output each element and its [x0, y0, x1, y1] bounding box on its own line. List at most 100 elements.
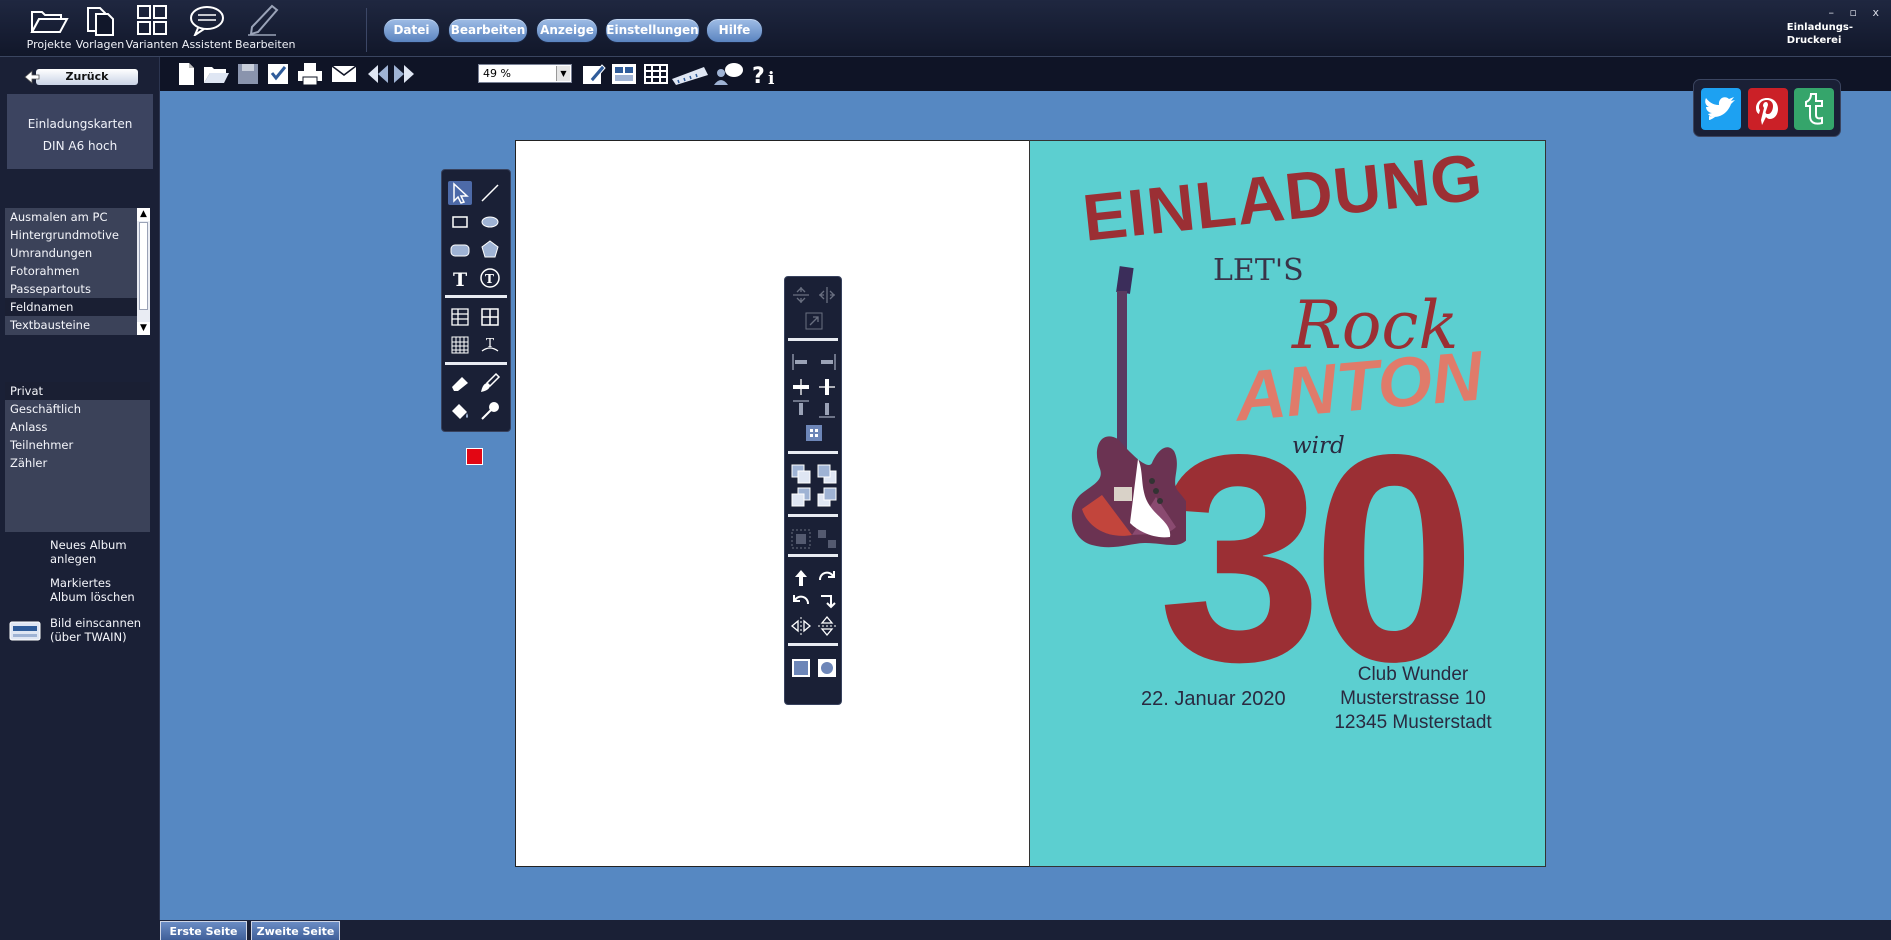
tumblr-icon[interactable] — [1794, 88, 1834, 130]
shadow-circle-icon[interactable] — [815, 656, 839, 680]
list-item[interactable]: Geschäftlich — [5, 400, 150, 418]
move-up-icon[interactable] — [789, 566, 813, 590]
table-tool-icon[interactable] — [448, 305, 472, 329]
grid-tool-icon[interactable] — [478, 305, 502, 329]
menu-einstellungen[interactable]: Einstellungen — [605, 18, 700, 43]
color-swatch-red[interactable] — [466, 448, 483, 465]
align-right-icon[interactable] — [815, 350, 839, 374]
palette-separator — [788, 451, 838, 454]
window-controls[interactable]: – ▫ x — [1829, 6, 1885, 19]
flip-vertical-icon[interactable] — [815, 614, 839, 638]
text-tool-icon[interactable]: T — [448, 266, 472, 290]
eraser-tool-icon[interactable] — [448, 371, 472, 395]
brush-tool-icon[interactable] — [478, 371, 502, 395]
category-scrollbar[interactable]: ▲ ▼ — [137, 208, 150, 335]
flip-horizontal-icon[interactable] — [789, 614, 813, 638]
scroll-down-icon[interactable]: ▼ — [137, 322, 150, 335]
edit-text-icon[interactable] — [580, 61, 608, 87]
list-item[interactable]: Fotorahmen — [5, 262, 150, 280]
list-item[interactable]: Umrandungen — [5, 244, 150, 262]
rotate-90-icon[interactable] — [815, 590, 839, 614]
list-item-selected[interactable]: Privat — [5, 382, 150, 400]
menu-bearbeiten[interactable]: Bearbeiten — [448, 18, 528, 43]
help-icon[interactable]: ? i — [750, 61, 778, 87]
send-to-back-icon[interactable] — [815, 462, 839, 486]
delete-album-action[interactable]: Markiertes Album löschen — [50, 576, 135, 604]
polygon-tool-icon[interactable] — [478, 238, 502, 262]
assistant-button[interactable]: Assistent — [180, 4, 234, 54]
variants-button[interactable]: Varianten — [125, 4, 179, 54]
align-bottom-icon[interactable] — [815, 397, 839, 421]
resize-diagonal-icon[interactable] — [802, 309, 826, 333]
shadow-square-icon[interactable] — [789, 656, 813, 680]
scroll-thumb[interactable] — [139, 222, 148, 310]
user-info-icon[interactable] — [712, 61, 746, 87]
fill-bucket-icon[interactable] — [448, 399, 472, 423]
list-item[interactable]: Ausmalen am PC — [5, 208, 150, 226]
menu-datei[interactable]: Datei — [383, 18, 440, 43]
next-page-icon[interactable] — [390, 61, 418, 87]
list-item[interactable]: Zähler — [5, 454, 150, 472]
checkbox-save-icon[interactable] — [264, 61, 292, 87]
twitter-icon[interactable] — [1701, 88, 1741, 130]
tab-second-page[interactable]: Zweite Seite — [251, 921, 340, 940]
list-item[interactable]: Anlass — [5, 418, 150, 436]
bring-to-front-icon[interactable] — [789, 462, 813, 486]
ellipse-tool-icon[interactable] — [478, 210, 502, 234]
align-center-h-icon[interactable] — [789, 375, 813, 399]
scan-action[interactable]: Bild einscannen (über TWAIN) — [50, 616, 141, 644]
group-icon[interactable] — [789, 527, 813, 551]
new-album-action[interactable]: Neues Album anlegen — [50, 538, 127, 566]
bring-forward-icon[interactable] — [789, 485, 813, 509]
align-top-icon[interactable] — [789, 397, 813, 421]
print-icon[interactable] — [296, 61, 324, 87]
rectangle-tool-icon[interactable] — [448, 210, 472, 234]
align-left-icon[interactable] — [789, 350, 813, 374]
back-button[interactable]: Zurück — [24, 69, 138, 85]
send-backward-icon[interactable] — [815, 485, 839, 509]
eyedropper-icon[interactable] — [478, 399, 502, 423]
scanner-icon[interactable] — [9, 617, 41, 643]
align-center-v-icon[interactable] — [815, 375, 839, 399]
page-right-invitation[interactable]: EINLADUNG LET'S Rock ANTON wird 30 22. J… — [1029, 140, 1546, 867]
design-canvas[interactable]: EINLADUNG LET'S Rock ANTON wird 30 22. J… — [160, 79, 1891, 920]
list-item[interactable]: Hintergrundmotive — [5, 226, 150, 244]
menu-anzeige[interactable]: Anzeige — [536, 18, 598, 43]
category-list[interactable]: Ausmalen am PC Hintergrundmotive Umrandu… — [5, 208, 150, 335]
pinterest-icon[interactable] — [1748, 88, 1788, 130]
menu-hilfe[interactable]: Hilfe — [706, 18, 763, 43]
scroll-up-icon[interactable]: ▲ — [137, 208, 150, 221]
templates-button[interactable]: Vorlagen — [73, 4, 127, 54]
line-tool-icon[interactable] — [478, 181, 502, 205]
tab-first-page[interactable]: Erste Seite — [160, 921, 247, 940]
zoom-select[interactable]: 49 % ▼ — [478, 64, 572, 83]
circle-text-tool-icon[interactable]: T — [478, 266, 502, 290]
open-file-icon[interactable] — [202, 61, 230, 87]
align-page-center-icon[interactable] — [802, 421, 826, 445]
edit-button[interactable]: Bearbeiten — [235, 4, 295, 54]
layout-icon[interactable] — [610, 61, 638, 87]
ruler-icon[interactable] — [670, 61, 710, 87]
chevron-down-icon[interactable]: ▼ — [556, 66, 570, 81]
page-left[interactable] — [515, 140, 1030, 867]
ungroup-icon[interactable] — [815, 527, 839, 551]
previous-page-icon[interactable] — [364, 61, 392, 87]
list-item[interactable]: Textbausteine — [5, 316, 150, 334]
list-item-selected[interactable]: Feldnamen — [5, 298, 150, 316]
list-item[interactable]: Teilnehmer — [5, 436, 150, 454]
field-list[interactable]: Privat Geschäftlich Anlass Teilnehmer Zä… — [5, 382, 150, 532]
center-horizontal-icon[interactable] — [815, 283, 839, 307]
mail-icon[interactable] — [330, 61, 358, 87]
new-file-icon[interactable] — [172, 61, 200, 87]
save-icon[interactable] — [234, 61, 262, 87]
center-vertical-icon[interactable] — [789, 283, 813, 307]
projects-button[interactable]: Projekte — [22, 4, 76, 54]
calendar-tool-icon[interactable] — [448, 333, 472, 357]
list-item[interactable]: Passepartouts — [5, 280, 150, 298]
select-arrow-icon[interactable] — [448, 181, 472, 205]
rotate-left-icon[interactable] — [789, 590, 813, 614]
text-path-tool-icon[interactable]: T — [478, 333, 502, 357]
rounded-rect-tool-icon[interactable] — [448, 238, 472, 262]
grid-view-icon[interactable] — [642, 61, 670, 87]
rotate-right-icon[interactable] — [815, 566, 839, 590]
